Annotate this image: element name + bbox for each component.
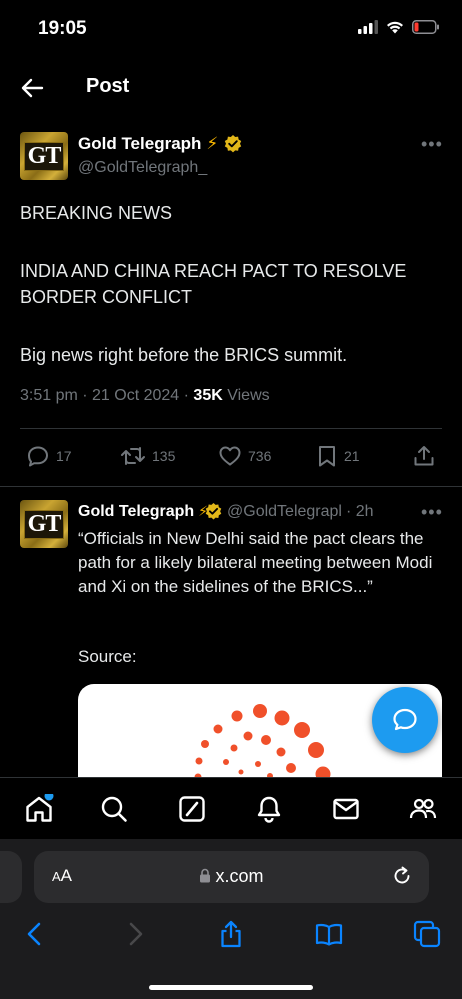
home-icon[interactable]	[24, 794, 54, 824]
status-icons	[358, 20, 440, 34]
more-options-icon[interactable]: •••	[421, 134, 443, 155]
share-icon	[414, 446, 434, 466]
post-meta: 3:51 pm · 21 Oct 2024 · 35K Views	[20, 387, 270, 405]
signal-icon	[358, 20, 378, 34]
reply-text: “Officials in New Delhi said the pact cl…	[78, 529, 433, 596]
views-label: Views	[222, 387, 270, 404]
repost-count: 135	[152, 448, 176, 464]
author-name[interactable]: Gold Telegraph ⚡	[78, 134, 243, 154]
back-arrow-icon[interactable]	[18, 74, 46, 102]
bookmark-button[interactable]: 21	[316, 444, 360, 468]
author-name-text: Gold Telegraph	[78, 134, 202, 153]
reply-author-avatar[interactable]: GT	[20, 500, 68, 548]
url-text: x.com	[215, 866, 264, 886]
messages-envelope-icon[interactable]	[331, 794, 361, 824]
author-handle[interactable]: @GoldTelegraph_	[78, 159, 207, 177]
browser-share-icon[interactable]	[216, 919, 246, 949]
status-bar: 19:05	[0, 0, 462, 60]
floating-chat-button[interactable]	[372, 687, 438, 753]
post-header: Post	[0, 64, 462, 110]
reply-source-label: Source:	[78, 647, 137, 666]
reply-time: · 2h	[345, 502, 374, 520]
bottom-tab-bar	[0, 777, 462, 839]
bookmark-count: 21	[344, 448, 360, 464]
battery-icon	[412, 20, 439, 34]
page-title: Post	[86, 75, 130, 97]
repost-icon	[121, 447, 145, 465]
post-text-line: BORDER CONFLICT	[20, 287, 193, 307]
avatar-logo-text: GT	[23, 509, 65, 539]
url-display[interactable]: x.com	[34, 866, 429, 887]
notifications-bell-icon[interactable]	[254, 794, 284, 824]
verified-badge-icon[interactable]	[223, 134, 243, 154]
reply-more-options-icon[interactable]: •••	[421, 502, 443, 523]
post-text-line: Big news right before the BRICS summit.	[20, 345, 348, 365]
browser-toolbar: AA x.com	[0, 839, 462, 999]
post-text-line: INDIA AND CHINA REACH PACT TO RESOLVE	[20, 261, 407, 281]
repost-button[interactable]: 135	[120, 444, 175, 468]
reply-author-name[interactable]: Gold Telegraph	[78, 503, 194, 521]
like-button[interactable]: 736	[218, 444, 271, 468]
like-count: 736	[248, 448, 272, 464]
views-count: 35K	[193, 387, 223, 404]
verified-badge-icon[interactable]	[204, 502, 223, 521]
post-text-line: BREAKING NEWS	[20, 203, 173, 223]
heart-icon	[219, 446, 241, 466]
search-icon[interactable]	[99, 794, 129, 824]
author-avatar[interactable]: GT	[20, 132, 68, 180]
grok-icon[interactable]	[177, 794, 207, 824]
lightning-emoji: ⚡	[206, 134, 219, 153]
reply-header: Gold Telegraph ⚡ @GoldTelegrapl · 2h	[78, 502, 374, 521]
reload-icon[interactable]	[391, 865, 413, 887]
browser-forward-icon[interactable]	[120, 919, 150, 949]
bookmark-icon	[319, 446, 335, 467]
post-actions: 17 135 736 21	[0, 444, 462, 474]
post-timestamp[interactable]: 3:51 pm · 21 Oct 2024 ·	[20, 387, 193, 404]
reply-icon	[28, 446, 48, 467]
avatar-logo-text: GT	[23, 141, 65, 171]
previous-tab-peek[interactable]	[0, 851, 22, 903]
chat-bubble-icon	[393, 708, 417, 731]
wifi-icon	[387, 21, 403, 34]
share-button[interactable]	[412, 444, 436, 468]
browser-back-icon[interactable]	[20, 919, 50, 949]
bookmarks-book-icon[interactable]	[314, 919, 344, 949]
communities-icon[interactable]	[408, 794, 438, 824]
lock-icon	[200, 868, 211, 883]
divider	[20, 428, 442, 429]
reply-count: 17	[56, 448, 72, 464]
reply-author-handle[interactable]: @GoldTelegrapl	[227, 503, 342, 521]
status-time: 19:05	[38, 18, 87, 39]
reply-button[interactable]: 17	[26, 444, 72, 468]
home-indicator[interactable]	[149, 985, 313, 990]
address-bar[interactable]: AA x.com	[34, 851, 429, 903]
tabs-overview-icon[interactable]	[412, 919, 442, 949]
divider	[0, 486, 462, 487]
